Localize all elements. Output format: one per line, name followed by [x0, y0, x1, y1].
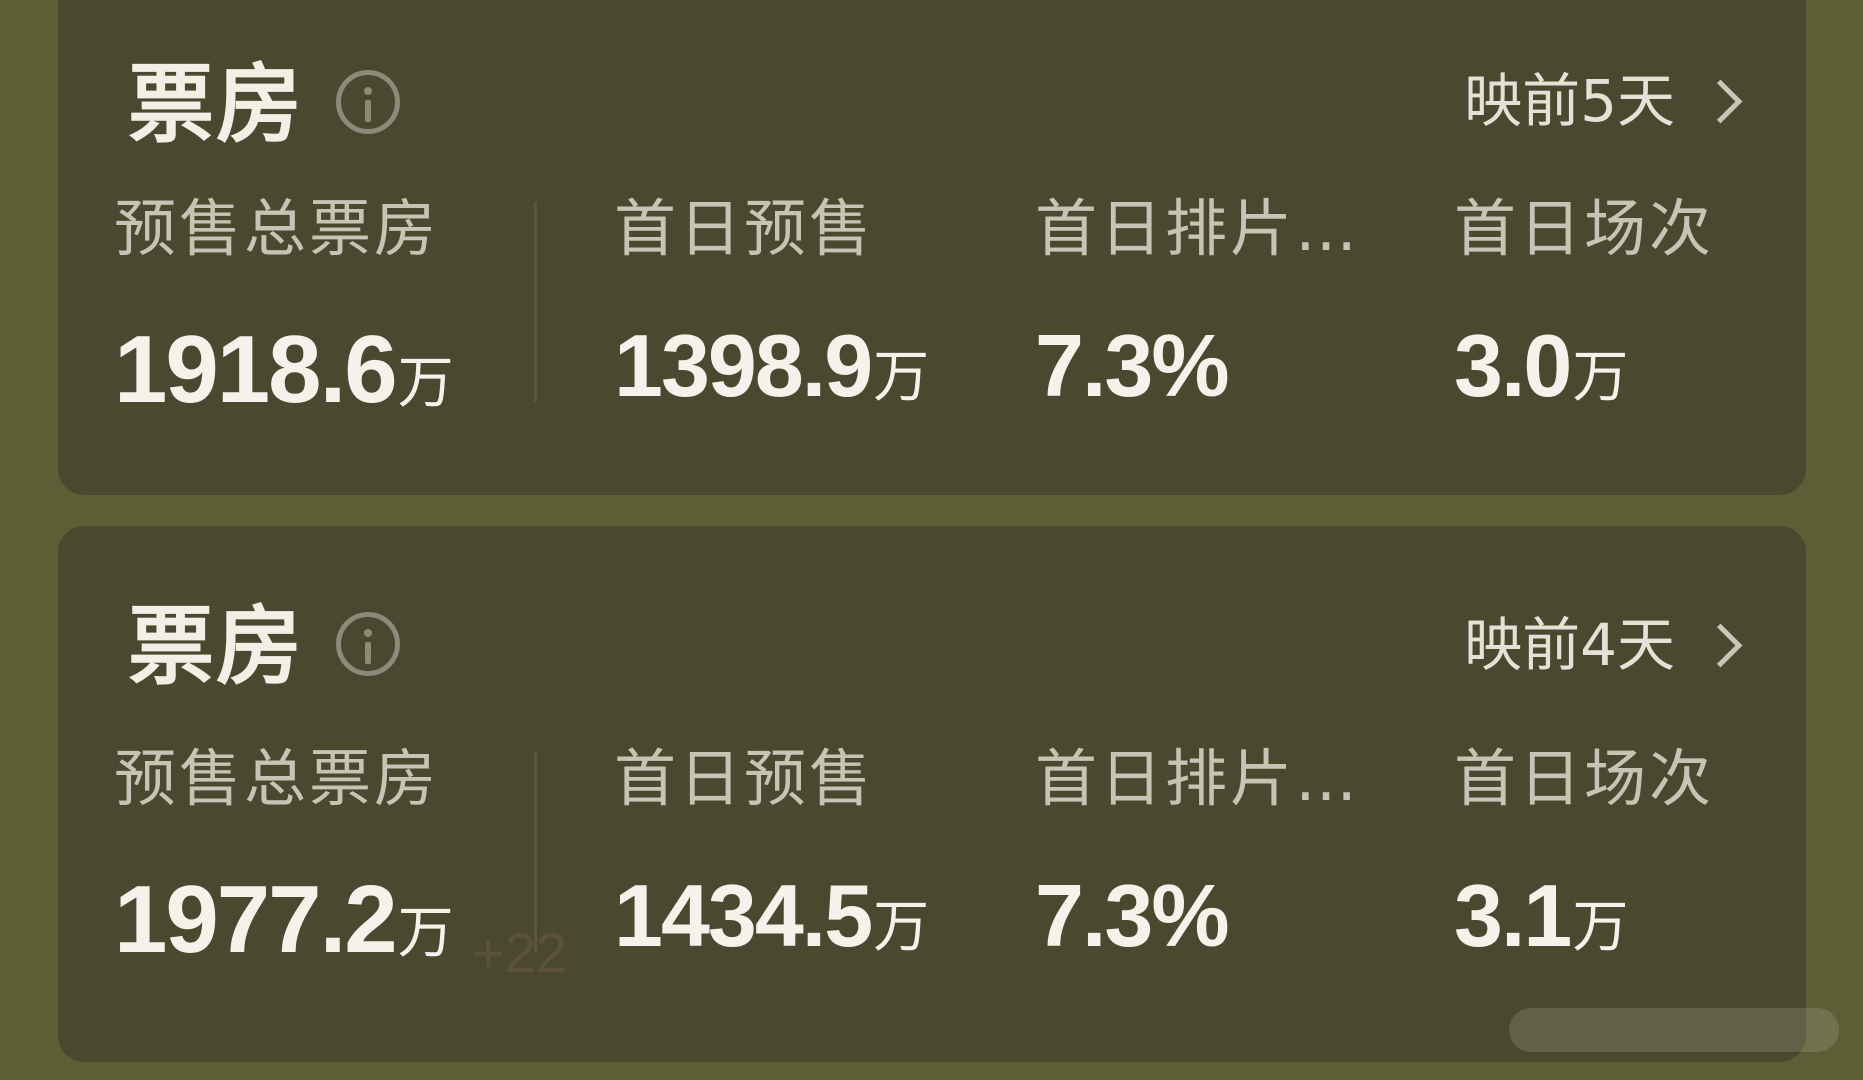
stat-number: 7.3% [1035, 866, 1230, 965]
stat-value: 1398.9万 [614, 322, 929, 410]
period-label: 映前4天 [1464, 611, 1675, 679]
stat-value: 7.3% [1035, 322, 1360, 410]
box-office-card-5-days: 票房 映前5天 预售总票房 1918.6万 首日预售 1398.9万 首日排片…… [58, 0, 1806, 495]
stat-value: 3.1万 [1454, 872, 1714, 960]
box-office-card-4-days: 票房 映前4天 预售总票房 1977.2万 +22 首日预售 1434.5万 首… [58, 526, 1806, 1062]
stat-number: 1434.5 [614, 866, 873, 965]
stat-number: 1977.2 [114, 866, 398, 973]
stat-first-day-presale: 首日预售 1398.9万 [614, 198, 929, 410]
stat-first-day-schedule-share: 首日排片… 7.3% [1035, 198, 1360, 410]
info-icon[interactable] [336, 612, 400, 676]
period-selector-link[interactable]: 映前5天 [1464, 72, 1746, 130]
stat-first-day-presale: 首日预售 1434.5万 [614, 748, 929, 960]
stat-value: 7.3% [1035, 872, 1360, 960]
divider [534, 202, 537, 402]
card-title: 票房 [128, 55, 304, 155]
info-icon[interactable] [336, 70, 400, 134]
stat-presale-total: 预售总票房 1977.2万 [114, 748, 454, 968]
stat-value: 1434.5万 [614, 872, 929, 960]
stat-presale-total: 预售总票房 1918.6万 [114, 198, 454, 418]
stat-label: 首日预售 [614, 742, 875, 815]
stat-label: 首日场次 [1454, 742, 1715, 815]
stat-value: 3.0万 [1454, 322, 1714, 410]
card-title: 票房 [128, 597, 304, 697]
stat-unit: 万 [873, 345, 930, 410]
stat-number: 3.0 [1454, 316, 1572, 415]
stat-first-day-screenings: 首日场次 3.0万 [1454, 198, 1714, 410]
stat-unit: 万 [397, 351, 454, 416]
watermark [1509, 1008, 1839, 1052]
divider [534, 752, 537, 952]
stat-value: 1918.6万 [114, 322, 454, 418]
chevron-right-icon [1698, 623, 1743, 667]
stat-number: 1398.9 [614, 316, 873, 415]
stat-label: 预售总票房 [114, 192, 440, 265]
stat-value: 1977.2万 [114, 872, 454, 968]
stat-first-day-schedule-share: 首日排片… 7.3% [1035, 748, 1360, 960]
stat-label: 预售总票房 [114, 742, 440, 815]
stat-unit: 万 [1572, 895, 1629, 960]
stat-label: 首日排片… [1035, 192, 1361, 265]
stat-unit: 万 [397, 901, 454, 966]
stat-number: 3.1 [1454, 866, 1572, 965]
stat-unit: 万 [1572, 345, 1629, 410]
stat-first-day-screenings: 首日场次 3.1万 [1454, 748, 1714, 960]
stat-number: 1918.6 [114, 316, 398, 423]
stat-label: 首日场次 [1454, 192, 1715, 265]
change-indicator: +22 [472, 921, 567, 984]
period-label: 映前5天 [1464, 67, 1675, 135]
stat-unit: 万 [873, 895, 930, 960]
period-selector-link[interactable]: 映前4天 [1464, 616, 1746, 674]
chevron-right-icon [1698, 79, 1743, 123]
stat-label: 首日排片… [1035, 742, 1361, 815]
stat-number: 7.3% [1035, 316, 1230, 415]
stat-label: 首日预售 [614, 192, 875, 265]
